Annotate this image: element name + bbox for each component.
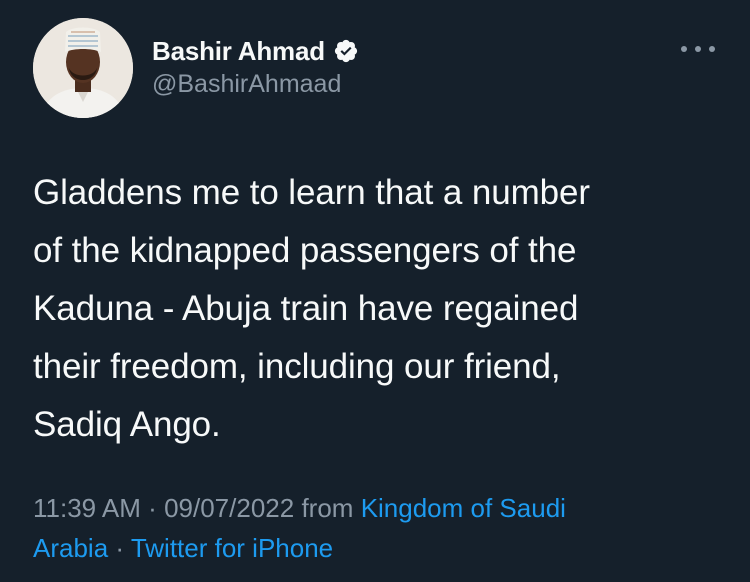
tweet-text-line: their freedom, including our friend,: [33, 347, 561, 386]
tweet-metadata: 11:39 AM · 09/07/2022 from Kingdom of Sa…: [33, 488, 723, 568]
tweet-date[interactable]: 09/07/2022: [164, 493, 294, 523]
avatar[interactable]: [33, 18, 133, 118]
more-options-icon[interactable]: [681, 42, 715, 56]
meta-separator: ·: [148, 493, 157, 523]
author-name-row[interactable]: Bashir Ahmad: [152, 34, 359, 68]
from-label: from: [301, 493, 354, 523]
meta-separator: ·: [115, 533, 125, 563]
more-dot: [681, 46, 687, 52]
tweet-time[interactable]: 11:39 AM: [33, 493, 141, 523]
tweet-metadata-line-1: 11:39 AM · 09/07/2022 from Kingdom of Sa…: [33, 488, 723, 528]
tweet-text-line: of the kidnapped passengers of the: [33, 231, 577, 270]
source-link[interactable]: Twitter for iPhone: [131, 533, 333, 563]
author-handle[interactable]: @BashirAhmaad: [152, 70, 341, 99]
author-display-name[interactable]: Bashir Ahmad: [152, 36, 325, 67]
location-link[interactable]: Kingdom of Saudi: [361, 493, 566, 523]
more-dot: [709, 46, 715, 52]
tweet-text-line: Sadiq Ango.: [33, 405, 221, 444]
tweet-metadata-line-2: Arabia · Twitter for iPhone: [33, 528, 723, 568]
tweet-card: Bashir Ahmad @BashirAhmaad Gladdens me t…: [0, 0, 750, 582]
tweet-text-line: Gladdens me to learn that a number: [33, 173, 590, 212]
verified-badge-icon: [333, 38, 359, 64]
location-link-continued[interactable]: Arabia: [33, 533, 108, 563]
tweet-text: Gladdens me to learn that a number of th…: [33, 164, 723, 454]
more-dot: [695, 46, 701, 52]
tweet-text-line: Kaduna - Abuja train have regained: [33, 289, 579, 328]
